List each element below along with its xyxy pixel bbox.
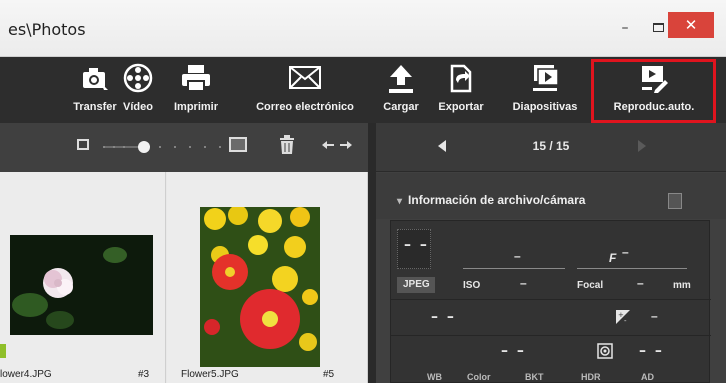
printer-icon — [182, 65, 210, 92]
close-button[interactable]: ✕ — [668, 12, 714, 38]
active-d-lighting-icon — [597, 343, 613, 359]
camera-info-grid: – – – F – JPEG ISO – Focal – mm – – + - … — [390, 220, 711, 383]
thumbnail-filename: lower4.JPG — [0, 369, 52, 380]
thumbnail-filename: Flower5.JPG — [181, 369, 239, 380]
envelope-icon — [289, 66, 321, 89]
thumbnail-grid: lower4.JPG #3 Flower5.JPG #5 — [0, 172, 368, 383]
window-title: es\Photos — [8, 20, 86, 39]
metering-value: – – — [431, 309, 456, 325]
thumbnail-panel: lower4.JPG #3 Flower5.JPG #5 — [0, 123, 368, 383]
thumbnail-number: #5 — [323, 369, 335, 380]
thumbnail-number: #3 — [138, 369, 150, 380]
divider-line — [463, 268, 565, 269]
wb-label: WB — [427, 372, 442, 382]
thumbnail-controls — [0, 123, 368, 172]
iso-value: – — [520, 276, 527, 290]
aperture-label: F — [609, 251, 617, 265]
export-icon — [450, 64, 472, 93]
film-reel-icon — [123, 63, 153, 93]
print-label: Imprimir — [173, 101, 218, 113]
focal-label: Focal — [577, 280, 604, 291]
close-icon: ✕ — [684, 16, 698, 34]
video-label: Vídeo — [123, 101, 153, 113]
hdr-label: HDR — [581, 372, 601, 382]
aperture-value: – — [622, 245, 629, 259]
image-navigation: 15 / 15 — [376, 123, 726, 172]
minimize-icon: – — [621, 20, 629, 36]
info-side-panel: 15 / 15 Información de archivo/cámara – … — [376, 123, 726, 383]
slideshow-icon — [533, 65, 559, 91]
swap-arrows-icon[interactable] — [322, 140, 352, 150]
exposure-comp-value: – — [651, 309, 658, 323]
thumbnail-card[interactable]: Flower5.JPG #5 — [167, 172, 368, 383]
ad-label: AD — [641, 372, 654, 382]
white-balance-value: – – — [501, 343, 526, 359]
focal-unit: mm — [673, 280, 691, 291]
print-button[interactable]: Imprimir — [166, 57, 226, 123]
maximize-icon — [652, 23, 664, 32]
export-label: Exportar — [438, 101, 484, 113]
exposure-comp-icon: + - — [616, 310, 630, 325]
transfer-label: Transfer — [73, 101, 117, 113]
upload-label: Cargar — [383, 101, 419, 113]
large-thumb-icon[interactable] — [229, 137, 247, 152]
thumbnail-card[interactable]: lower4.JPG #3 — [0, 172, 166, 383]
bkt-label: BKT — [525, 372, 544, 382]
title-bar: es\Photos – ✕ — [0, 0, 726, 57]
divider-line — [391, 335, 711, 336]
info-list-icon[interactable] — [668, 193, 682, 209]
panel-divider[interactable] — [368, 123, 376, 383]
color-label: Color — [467, 372, 491, 382]
slideshow-label: Diapositivas — [512, 101, 578, 113]
email-button[interactable]: Correo electrónico — [234, 57, 376, 123]
slideshow-button[interactable]: Diapositivas — [502, 57, 588, 123]
info-section-title: Información de archivo/cámara — [397, 193, 585, 207]
divider-line — [577, 268, 687, 269]
autoplay-highlight — [591, 59, 716, 123]
shutter-value: – — [514, 249, 521, 263]
divider-line — [391, 299, 711, 300]
minimize-button[interactable]: – — [614, 18, 636, 38]
export-button[interactable]: Exportar — [431, 57, 491, 123]
upload-icon — [389, 65, 413, 93]
trash-icon[interactable] — [279, 135, 295, 155]
d-lighting-value: – – — [639, 343, 664, 359]
photo-thumbnail — [10, 235, 153, 335]
label-marker — [0, 344, 6, 358]
next-image-icon[interactable] — [638, 140, 646, 152]
image-format: JPEG — [403, 279, 430, 290]
video-button[interactable]: Vídeo — [116, 57, 160, 123]
exposure-mode-value: – – — [404, 237, 429, 253]
maximize-button[interactable] — [648, 18, 668, 38]
camera-transfer-icon — [83, 68, 108, 90]
thumbnail-size-slider[interactable] — [100, 141, 224, 153]
image-counter: 15 / 15 — [532, 139, 570, 153]
iso-label: ISO — [463, 280, 481, 291]
transfer-button[interactable]: Transfer — [72, 57, 118, 123]
main-toolbar: Transfer Vídeo Imprimir Correo electróni… — [0, 57, 726, 123]
upload-button[interactable]: Cargar — [375, 57, 427, 123]
focal-value: – — [637, 276, 644, 290]
photo-thumbnail — [200, 207, 320, 367]
email-label: Correo electrónico — [256, 101, 354, 113]
small-thumb-icon[interactable] — [77, 139, 89, 150]
